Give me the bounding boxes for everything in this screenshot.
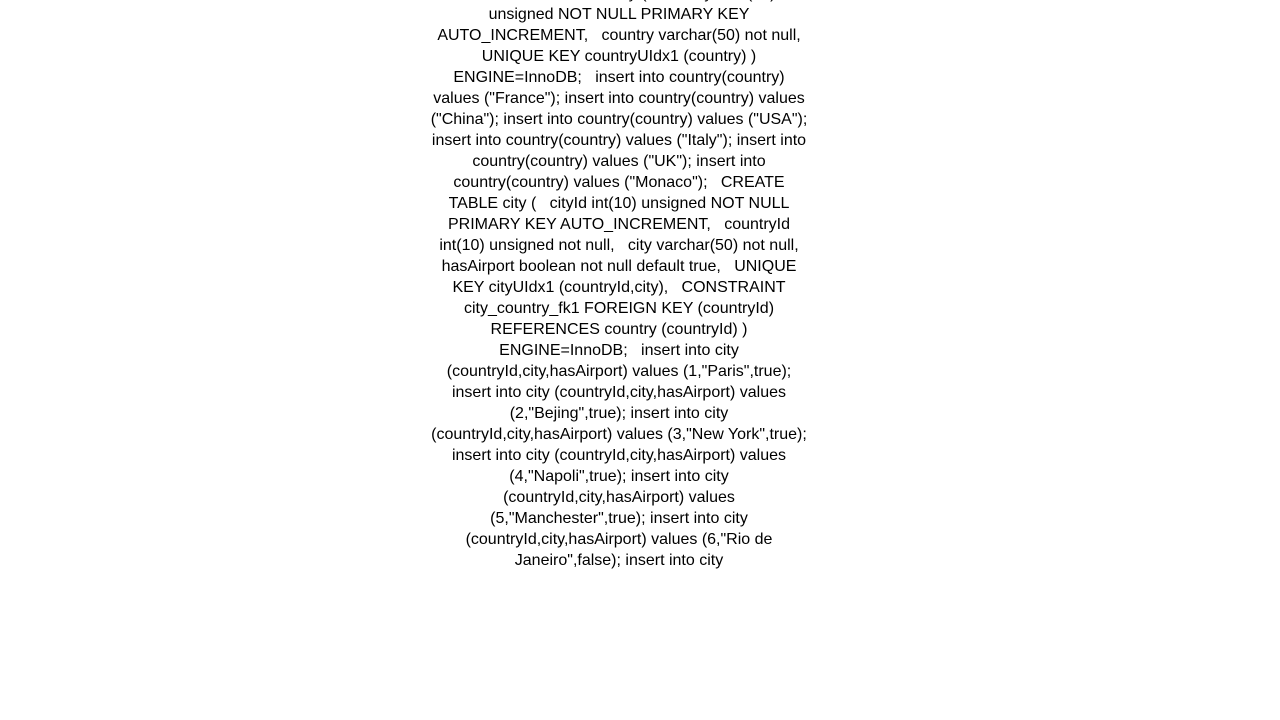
sql-script-text: CREATE TABLE country ( countryId int(10)… bbox=[430, 0, 808, 569]
page-viewport: CREATE TABLE country ( countryId int(10)… bbox=[0, 0, 1280, 720]
